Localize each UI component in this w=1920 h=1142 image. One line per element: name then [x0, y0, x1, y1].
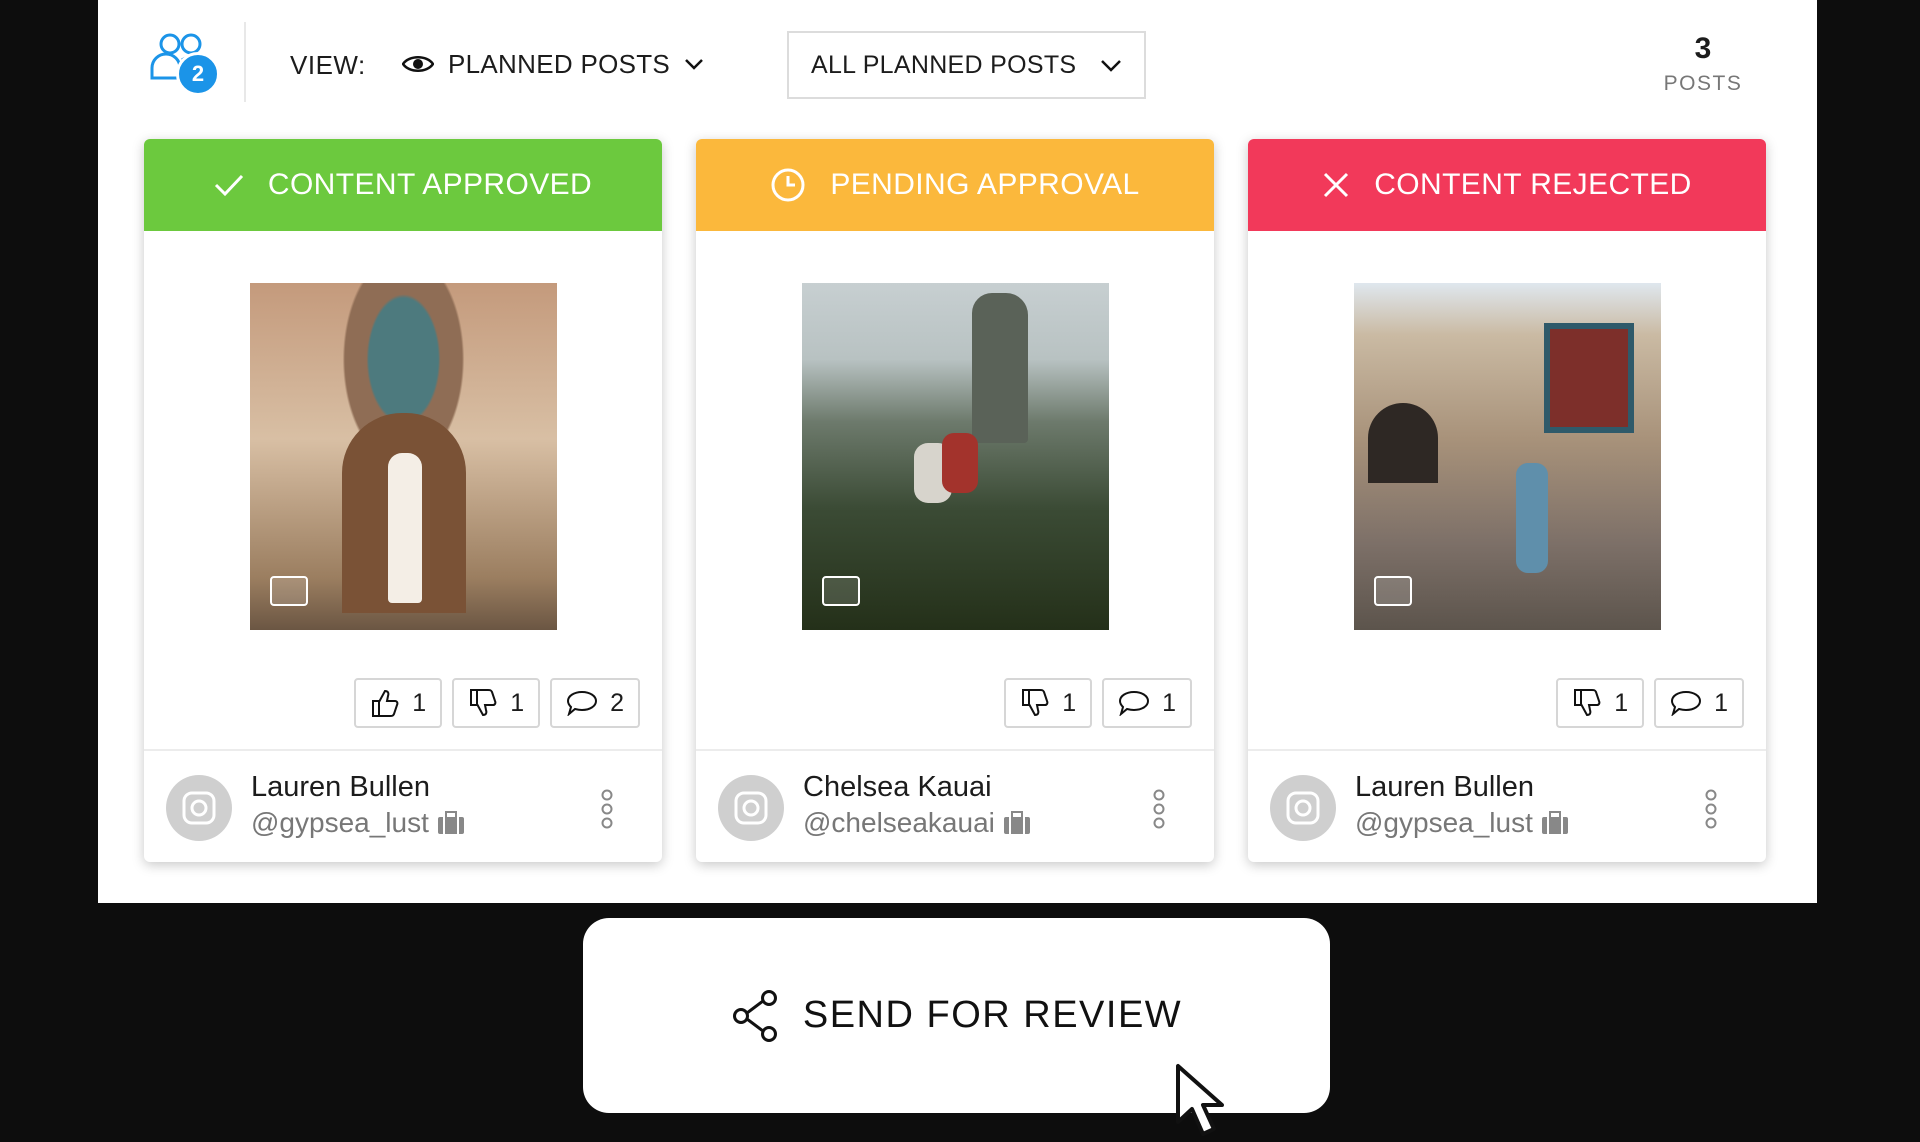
more-options-icon[interactable]: [600, 789, 614, 829]
thumbs-down-icon: [470, 689, 497, 717]
share-icon: [732, 989, 777, 1042]
dislike-button[interactable]: 1: [1556, 678, 1645, 728]
status-banner-pending: PENDING APPROVAL: [696, 139, 1214, 231]
like-button[interactable]: 1: [354, 678, 443, 728]
check-icon: [214, 174, 243, 197]
briefcase-icon: [1541, 811, 1568, 834]
post-card[interactable]: PENDING APPROVAL 1 1 Chelsea Kauai @chel…: [696, 139, 1214, 862]
avatar: [1270, 775, 1336, 841]
thumbs-up-icon: [372, 689, 399, 717]
creator-name: Lauren Bullen: [1355, 771, 1534, 803]
clock-icon: [771, 168, 805, 202]
creator-name: Lauren Bullen: [251, 771, 430, 803]
briefcase-icon: [437, 811, 464, 834]
comment-button[interactable]: 2: [550, 678, 640, 728]
post-count-number: 3: [1694, 32, 1712, 65]
filter-select[interactable]: ALL PLANNED POSTS: [787, 31, 1146, 99]
avatar: [718, 775, 784, 841]
comment-button[interactable]: 1: [1654, 678, 1744, 728]
post-image[interactable]: [250, 283, 557, 630]
status-label: CONTENT REJECTED: [1374, 168, 1692, 201]
planner-panel: 2 VIEW: PLANNED POSTS ALL PLANNED POSTS …: [98, 0, 1817, 903]
comment-count: 2: [610, 688, 624, 717]
card-footer: Lauren Bullen @gypsea_lust: [1248, 751, 1766, 862]
post-image[interactable]: [1354, 283, 1661, 630]
creator-handle-text: @gypsea_lust: [251, 807, 429, 838]
view-select-value: PLANNED POSTS: [448, 48, 671, 79]
image-type-icon: [822, 576, 860, 606]
status-banner-rejected: CONTENT REJECTED: [1248, 139, 1766, 231]
creator-handle: @gypsea_lust: [251, 807, 465, 839]
post-count-label: POSTS: [1663, 72, 1743, 95]
post-card[interactable]: CONTENT APPROVED 1 1 2 Lauren Bullen @gy…: [144, 139, 662, 862]
mouse-cursor-icon: [1176, 1064, 1224, 1136]
avatar: [166, 775, 232, 841]
chevron-down-icon: [1101, 59, 1121, 72]
creator-name: Chelsea Kauai: [803, 771, 992, 803]
image-type-icon: [1374, 576, 1412, 606]
team-count-badge: 2: [176, 52, 220, 96]
like-count: 1: [412, 688, 427, 717]
reaction-bar: 1 1: [1556, 678, 1744, 728]
dislike-button[interactable]: 1: [452, 678, 541, 728]
reaction-bar: 1 1: [1004, 678, 1192, 728]
comment-count: 1: [1714, 688, 1728, 717]
dislike-count: 1: [1062, 688, 1077, 717]
chevron-down-icon: [685, 59, 703, 70]
thumbs-down-icon: [1574, 689, 1601, 717]
post-image[interactable]: [802, 283, 1109, 630]
send-for-review-label: SEND FOR REVIEW: [802, 994, 1183, 1036]
card-footer: Lauren Bullen @gypsea_lust: [144, 751, 662, 862]
image-type-icon: [270, 576, 308, 606]
comment-count: 1: [1162, 688, 1176, 717]
instagram-icon: [182, 791, 216, 825]
status-label: PENDING APPROVAL: [830, 168, 1140, 201]
creator-handle: @gypsea_lust: [1355, 807, 1569, 839]
more-options-icon[interactable]: [1704, 789, 1718, 829]
toolbar-divider: [244, 22, 246, 102]
comment-icon: [1119, 690, 1150, 716]
creator-handle-text: @chelseakauai: [803, 807, 995, 838]
instagram-icon: [734, 791, 768, 825]
dislike-count: 1: [510, 688, 525, 717]
comment-icon: [567, 690, 598, 716]
comment-button[interactable]: 1: [1102, 678, 1192, 728]
briefcase-icon: [1003, 811, 1030, 834]
dislike-button[interactable]: 1: [1004, 678, 1093, 728]
filter-select-value: ALL PLANNED POSTS: [811, 50, 1077, 79]
creator-handle: @chelseakauai: [803, 807, 1031, 839]
post-card[interactable]: CONTENT REJECTED 1 1 Lauren Bullen @gyps…: [1248, 139, 1766, 862]
comment-icon: [1671, 690, 1702, 716]
card-footer: Chelsea Kauai @chelseakauai: [696, 751, 1214, 862]
eye-icon: [402, 56, 434, 72]
more-options-icon[interactable]: [1152, 789, 1166, 829]
creator-handle-text: @gypsea_lust: [1355, 807, 1533, 838]
status-banner-approved: CONTENT APPROVED: [144, 139, 662, 231]
dislike-count: 1: [1614, 688, 1629, 717]
close-icon: [1324, 172, 1349, 198]
instagram-icon: [1286, 791, 1320, 825]
view-label: VIEW:: [290, 50, 366, 80]
thumbs-down-icon: [1022, 689, 1049, 717]
status-label: CONTENT APPROVED: [267, 168, 593, 201]
post-count: 3 POSTS: [1648, 32, 1758, 96]
view-select[interactable]: PLANNED POSTS: [402, 44, 704, 84]
reaction-bar: 1 1 2: [354, 678, 640, 728]
